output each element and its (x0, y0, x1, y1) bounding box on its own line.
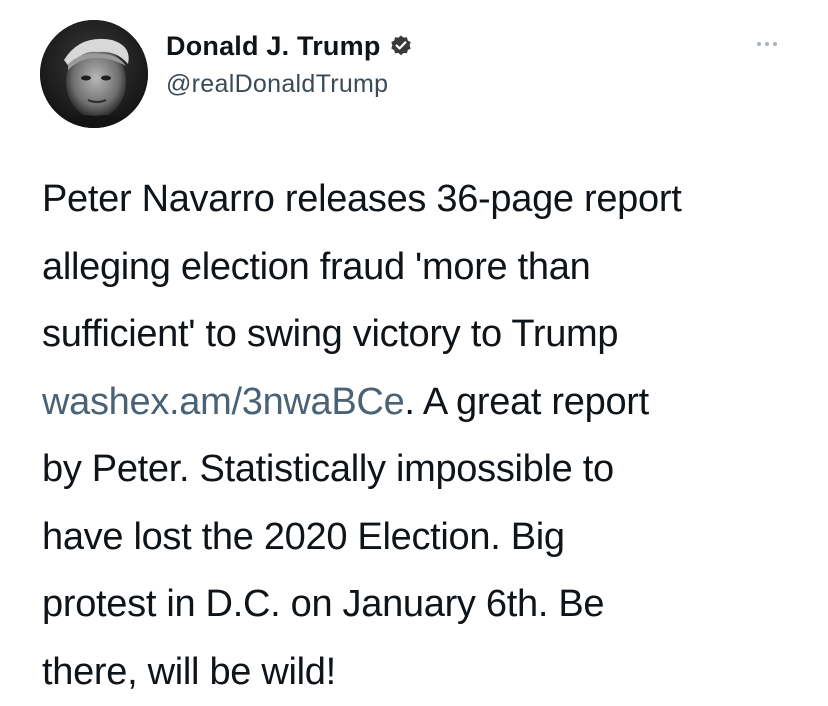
more-dot (757, 42, 761, 46)
more-options-icon[interactable] (752, 36, 782, 52)
report-link[interactable]: washex.am/3nwaBCe (42, 381, 405, 423)
author-handle[interactable]: @realDonaldTrump (166, 70, 413, 99)
tweet-text-line: there, will be wild! (42, 650, 336, 693)
tweet-header: Donald J. Trump @realDonaldTrump (40, 20, 800, 130)
name-row: Donald J. Trump (166, 28, 413, 64)
avatar[interactable] (40, 20, 148, 128)
tweet-text-line: have lost the 2020 Election. Big (42, 515, 565, 558)
tweet-text-line: alleging election fraud 'more than (42, 245, 591, 288)
more-dot (773, 42, 777, 46)
tweet-text: Peter Navarro releases 36-page report all… (42, 166, 802, 706)
tweet-card: Donald J. Trump @realDonaldTrump Peter N… (0, 0, 828, 704)
more-dot (765, 42, 769, 46)
verified-badge-icon (389, 34, 413, 58)
tweet-text-line: Peter Navarro releases 36-page report (42, 178, 682, 220)
tweet-text-line: . A great report (404, 380, 649, 423)
tweet-text-line: by Peter. Statistically impossible to (42, 448, 614, 490)
author-display-name[interactable]: Donald J. Trump (166, 31, 381, 62)
tweet-text-line: protest in D.C. on January 6th. Be (42, 583, 605, 625)
author-identity: Donald J. Trump @realDonaldTrump (166, 28, 413, 99)
avatar-photo-icon (40, 20, 148, 128)
tweet-text-line: sufficient' to swing victory to Trump (42, 313, 619, 355)
